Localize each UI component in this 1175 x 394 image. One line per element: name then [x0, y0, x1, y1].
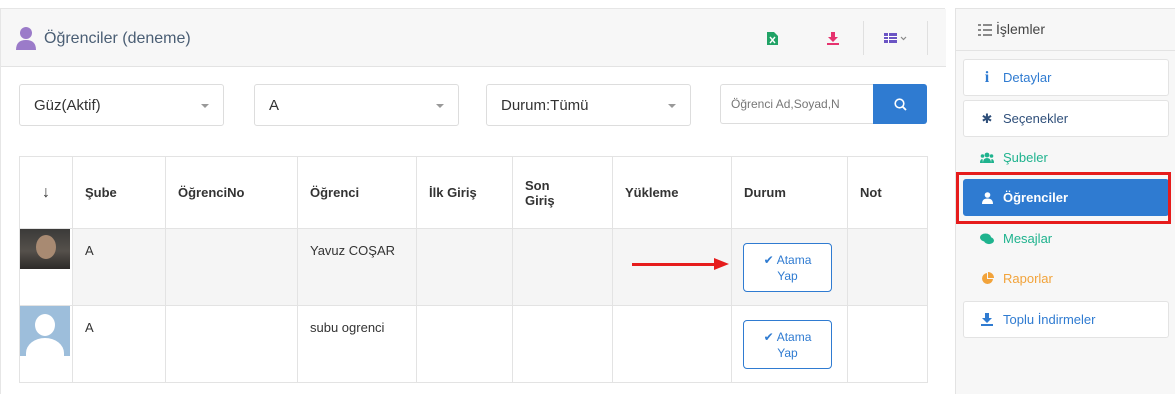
- sidebar-item-reports[interactable]: Raporlar: [963, 260, 1169, 297]
- cell-note: [847, 305, 928, 383]
- assign-button[interactable]: ✔ Atama Yap: [743, 243, 832, 292]
- cell-student-name: subu ogrenci: [297, 305, 417, 383]
- photo-cell: [19, 228, 73, 306]
- download-button[interactable]: [822, 27, 844, 49]
- cell-first-login: [416, 228, 513, 306]
- cell-upload: [612, 305, 732, 383]
- column-header-status[interactable]: Durum: [731, 156, 848, 229]
- download-icon: [827, 31, 839, 45]
- column-header-note[interactable]: Not: [847, 156, 928, 229]
- annotation-arrow: [632, 263, 718, 266]
- assign-button[interactable]: ✔ Atama Yap: [743, 320, 832, 369]
- cell-last-login: [512, 305, 613, 383]
- cell-student-no: [165, 305, 298, 383]
- cell-last-login: [512, 228, 613, 306]
- student-table: ↓ Şube ÖğrenciNo Öğrenci İlk Giriş Son G…: [19, 156, 928, 383]
- sidebar-item-options[interactable]: ✱ Seçenekler: [963, 100, 1169, 137]
- header-divider: [863, 21, 864, 55]
- column-toggle-button[interactable]: [881, 27, 911, 49]
- column-header-first-login[interactable]: İlk Giriş: [416, 156, 513, 229]
- status-select-value: Durum:Tümü: [501, 97, 589, 114]
- term-select-value: Güz(Aktif): [34, 97, 101, 114]
- chevron-down-icon: [201, 104, 209, 108]
- default-avatar: [20, 306, 70, 356]
- chevron-down-icon: [668, 104, 676, 108]
- sidebar-item-label: Seçenekler: [1003, 111, 1069, 126]
- check-icon: ✔: [763, 252, 774, 267]
- assign-button-label-2: Yap: [777, 268, 798, 283]
- column-header-student[interactable]: Öğrenci: [297, 156, 417, 229]
- student-photo: [20, 229, 70, 269]
- cog-icon: ✱: [981, 110, 993, 126]
- check-icon: ✔: [763, 329, 774, 344]
- table-header-row: ↓ Şube ÖğrenciNo Öğrenci İlk Giriş Son G…: [19, 156, 928, 229]
- sidebar-item-label: Raporlar: [1003, 271, 1053, 286]
- column-toggle-icon: [884, 33, 907, 43]
- assign-button-label-2: Yap: [777, 345, 798, 360]
- column-header-last-login[interactable]: Son Giriş: [512, 156, 613, 229]
- chevron-down-icon: [436, 104, 444, 108]
- actions-header: İşlemler: [956, 9, 1175, 51]
- annotation-arrow-head: [714, 258, 729, 270]
- column-header-student-no[interactable]: ÖğrenciNo: [165, 156, 298, 229]
- excel-export-button[interactable]: [761, 27, 783, 49]
- list-icon: [978, 24, 992, 36]
- comments-icon: [980, 232, 994, 246]
- sidebar-item-bulk-downloads[interactable]: Toplu İndirmeler: [963, 301, 1169, 338]
- info-icon: i: [984, 68, 990, 86]
- pie-chart-icon: [980, 272, 994, 286]
- panel-header: Öğrenciler (deneme): [1, 9, 946, 67]
- excel-export-icon: [766, 31, 778, 45]
- sort-column-header[interactable]: ↓: [19, 156, 73, 229]
- cell-first-login: [416, 305, 513, 383]
- sidebar-item-messages[interactable]: Mesajlar: [963, 220, 1169, 257]
- term-select[interactable]: Güz(Aktif): [19, 84, 224, 126]
- sidebar-item-label: Toplu İndirmeler: [1003, 312, 1096, 327]
- cell-sube: A: [72, 228, 166, 306]
- column-header-sube[interactable]: Şube: [72, 156, 166, 229]
- search-button[interactable]: [873, 84, 927, 124]
- cell-student-name: Yavuz COŞAR: [297, 228, 417, 306]
- assign-button-line1: ✔ Atama: [764, 252, 812, 268]
- branch-select[interactable]: A: [254, 84, 459, 126]
- search-icon: [893, 97, 907, 111]
- download-icon: [980, 313, 994, 327]
- cell-sube: A: [72, 305, 166, 383]
- assign-button-label: Atama: [776, 252, 812, 267]
- table-row: A subu ogrenci ✔ Atama Yap: [19, 305, 928, 383]
- actions-title: İşlemler: [996, 21, 1046, 37]
- sidebar-item-label: Detaylar: [1003, 70, 1052, 85]
- cell-status: ✔ Atama Yap: [731, 305, 848, 383]
- cell-status: ✔ Atama Yap: [731, 228, 848, 306]
- status-select[interactable]: Durum:Tümü: [486, 84, 691, 126]
- cell-note: [847, 228, 928, 306]
- cell-student-no: [165, 228, 298, 306]
- sidebar-item-details[interactable]: i Detaylar: [963, 59, 1169, 96]
- annotation-highlight-box: [956, 172, 1171, 224]
- assign-button-label: Atama: [776, 329, 812, 344]
- student-search-input[interactable]: [720, 84, 873, 124]
- table-row: A Yavuz COŞAR ✔ Atama Yap: [19, 228, 928, 306]
- header-divider: [927, 21, 928, 55]
- assign-button-line1: ✔ Atama: [764, 329, 812, 345]
- sidebar-item-label: Mesajlar: [1003, 231, 1053, 246]
- branch-select-value: A: [269, 97, 280, 114]
- page-title: Öğrenciler (deneme): [44, 30, 191, 47]
- photo-cell: [19, 305, 73, 383]
- sidebar-item-label: Şubeler: [1003, 150, 1048, 165]
- sidebar-item-branches[interactable]: Şubeler: [963, 139, 1169, 176]
- column-header-upload[interactable]: Yükleme: [612, 156, 732, 229]
- user-icon: [16, 27, 36, 50]
- users-icon: [980, 151, 994, 165]
